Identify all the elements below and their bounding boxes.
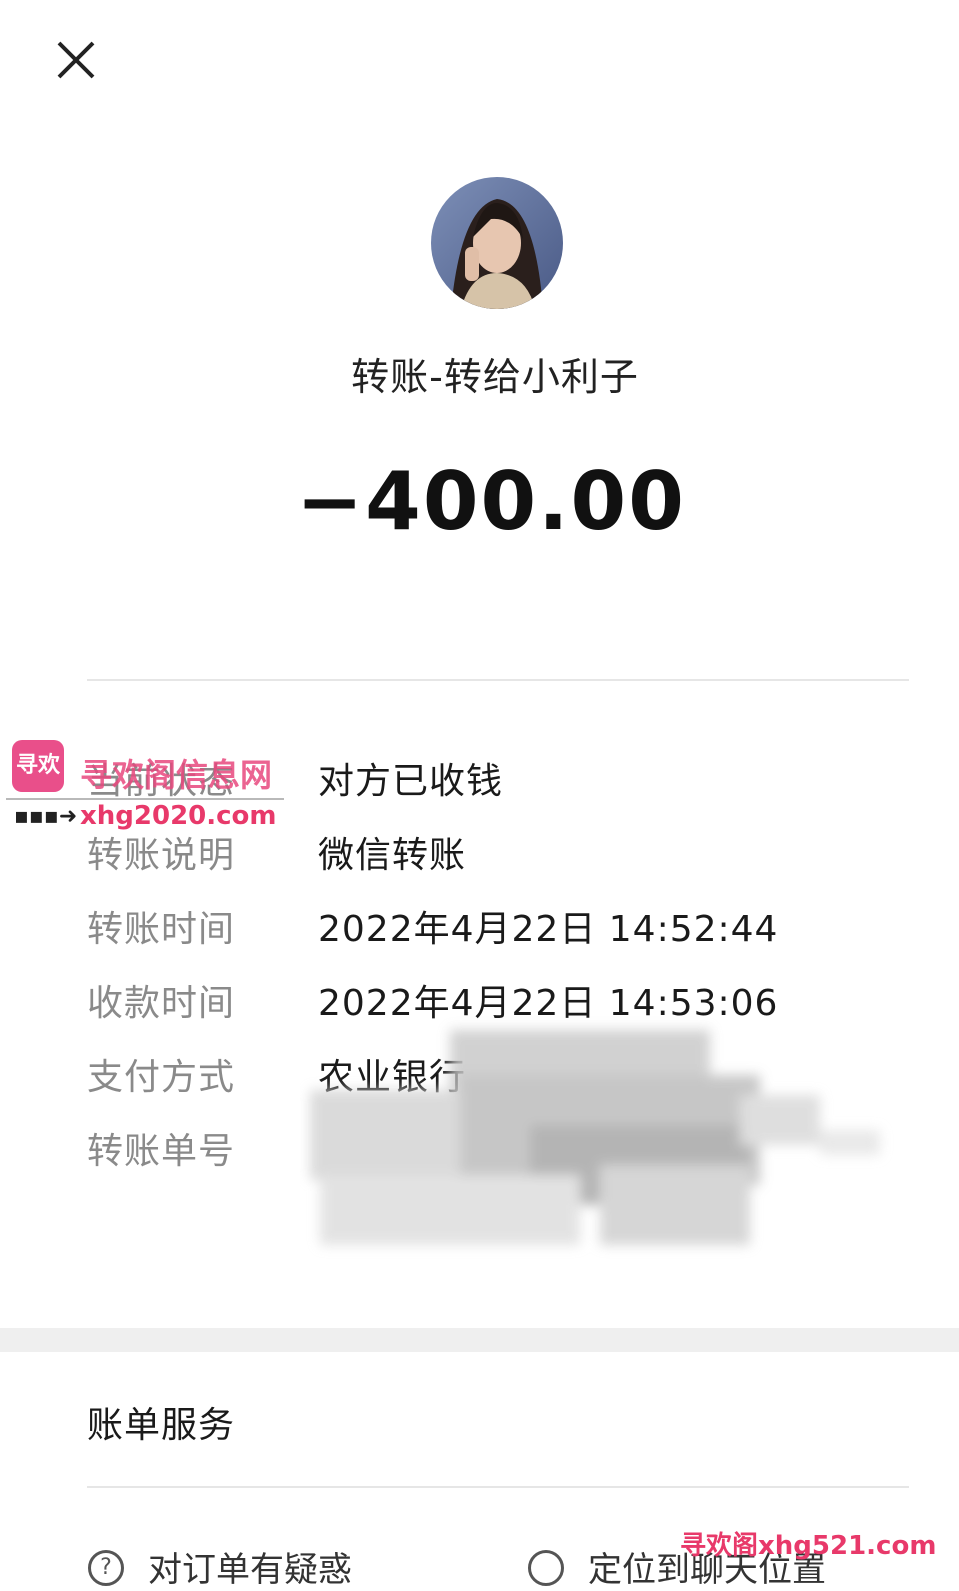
section-separator [0,1328,959,1352]
divider [87,679,909,681]
redaction-mark [310,1030,880,1245]
detail-value: 对方已收钱 [318,761,504,802]
watermark-bottom: 寻欢阁xhg521.com [680,1531,937,1561]
detail-label: 收款时间 [87,983,236,1024]
detail-label: 转账时间 [87,909,236,950]
avatar[interactable] [431,177,563,309]
transfer-title: 转账-转给小利子 [351,355,639,399]
divider [87,1486,909,1488]
detail-label: 转账说明 [87,835,236,876]
transfer-amount: −400.00 [296,455,686,548]
detail-value: 微信转账 [318,835,467,876]
detail-row-transfer-time: 转账时间 2022年4月22日 14:52:44 [0,900,959,960]
watermark-site-name: 寻欢阁信息网 [80,756,273,794]
detail-row-note: 转账说明 微信转账 [0,826,959,886]
detail-label: 支付方式 [87,1057,236,1098]
watermark-logo: 寻欢 [12,740,64,792]
close-button[interactable] [52,36,100,84]
watermark-divider [6,798,284,800]
close-icon [57,41,95,79]
detail-label: 转账单号 [87,1131,236,1172]
detail-value: 2022年4月22日 14:52:44 [318,909,779,950]
arrow-icon: ▪▪▪➜ [14,804,78,829]
service-label: 对订单有疑惑 [148,1550,352,1590]
watermark-site-url: xhg2020.com [80,801,277,831]
services-title: 账单服务 [87,1405,236,1446]
